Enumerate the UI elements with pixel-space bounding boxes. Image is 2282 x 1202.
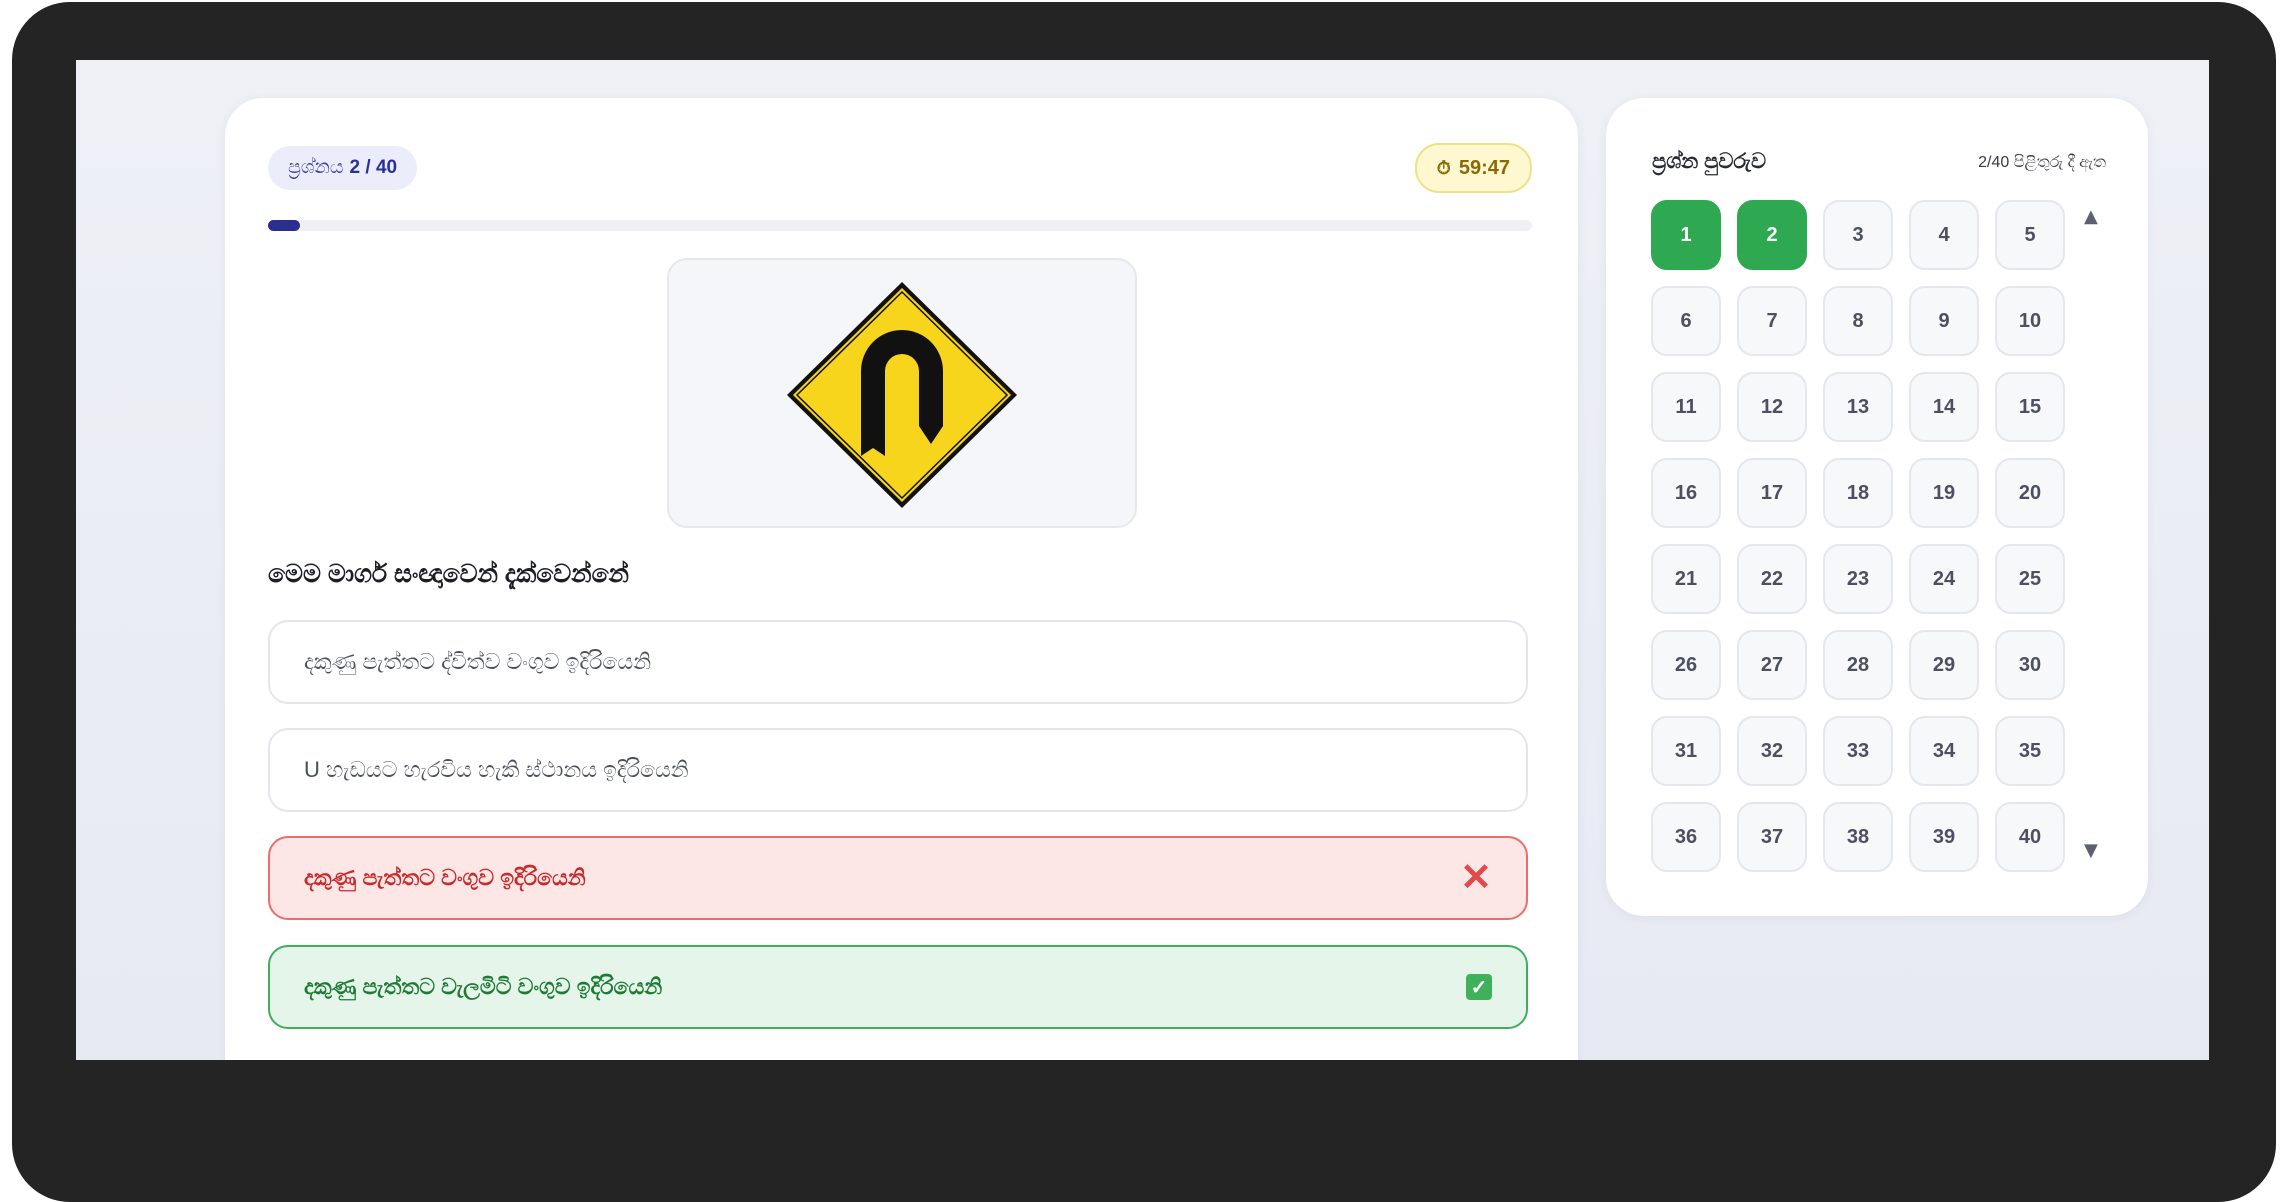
question-number-button[interactable]: 22: [1737, 544, 1807, 614]
question-number-button[interactable]: 28: [1823, 630, 1893, 700]
question-number-button[interactable]: 30: [1995, 630, 2065, 700]
question-number-button[interactable]: 13: [1823, 372, 1893, 442]
question-number-button[interactable]: 3: [1823, 200, 1893, 270]
countdown-timer: ⏱ 59:47: [1414, 143, 1532, 193]
answer-option-text: U හැඩයට හැරවිය හැකි ස්ථානය ඉදිරියෙනි: [304, 757, 689, 782]
stopwatch-icon: ⏱: [1436, 157, 1451, 178]
app-screen: ප්‍රශ්නය 2 / 40 ⏱ 59:47 මෙම මාර්ග සංඥාවෙ…: [76, 60, 2209, 1060]
u-turn-sign-icon: [787, 282, 1017, 508]
question-number-button[interactable]: 39: [1909, 802, 1979, 872]
question-number-button[interactable]: 31: [1651, 716, 1721, 786]
answer-option-2[interactable]: U හැඩයට හැරවිය හැකි ස්ථානය ඉදිරියෙනි: [268, 728, 1528, 812]
x-icon: ✕: [1460, 857, 1492, 899]
question-number-button[interactable]: 15: [1995, 372, 2065, 442]
question-number-button[interactable]: 35: [1995, 716, 2065, 786]
question-number-button[interactable]: 12: [1737, 372, 1807, 442]
check-icon: ✓: [1466, 974, 1492, 1000]
question-number-button[interactable]: 27: [1737, 630, 1807, 700]
question-number-button[interactable]: 29: [1909, 630, 1979, 700]
question-number-button[interactable]: 38: [1823, 802, 1893, 872]
answer-option-text: දකුණු පැත්තට වැලමිටි වංගුව ඉදිරියෙනි: [304, 974, 663, 999]
question-number-button[interactable]: 10: [1995, 286, 2065, 356]
question-number-button[interactable]: 18: [1823, 458, 1893, 528]
question-number-button[interactable]: 2: [1737, 200, 1807, 270]
progress-bar-fill: [268, 220, 300, 231]
question-number-button[interactable]: 21: [1651, 544, 1721, 614]
question-card: ප්‍රශ්නය 2 / 40 ⏱ 59:47 මෙම මාර්ග සංඥාවෙ…: [225, 98, 1578, 1060]
question-number-button[interactable]: 25: [1995, 544, 2065, 614]
question-number-button[interactable]: 9: [1909, 286, 1979, 356]
question-number-button[interactable]: 34: [1909, 716, 1979, 786]
question-counter-badge: ප්‍රශ්නය 2 / 40: [268, 146, 418, 190]
question-counter-label: ප්‍රශ්නය: [288, 157, 344, 178]
question-number-button[interactable]: 36: [1651, 802, 1721, 872]
question-number-button[interactable]: 17: [1737, 458, 1807, 528]
scroll-up-arrow-icon[interactable]: ▲: [2084, 206, 2098, 227]
timer-value: 59:47: [1458, 156, 1510, 179]
question-navigator-panel: ප්‍රශ්න පුවරුව 2/40 පිළිතුරු දී ඇත 12345…: [1606, 98, 2148, 916]
question-number-button[interactable]: 24: [1909, 544, 1979, 614]
question-number-button[interactable]: 11: [1651, 372, 1721, 442]
question-number-button[interactable]: 7: [1737, 286, 1807, 356]
question-number-button[interactable]: 6: [1651, 286, 1721, 356]
scroll-down-arrow-icon[interactable]: ▼: [2084, 840, 2098, 861]
question-number-button[interactable]: 26: [1651, 630, 1721, 700]
progress-bar: [268, 220, 1532, 231]
question-number-grid: 1 2 3 4 5 6 7 8 9 10 11 12 13 14 15 16 17 18 19 20 21 22 23 24 2…: [1651, 200, 2065, 872]
question-number-button[interactable]: 14: [1909, 372, 1979, 442]
question-number-button[interactable]: 16: [1651, 458, 1721, 528]
question-number-button[interactable]: 1: [1651, 200, 1721, 270]
answer-option-text: දකුණු පැත්තට ද්විත්ව වංගුව ඉදිරියෙනි: [304, 649, 652, 674]
answer-option-1[interactable]: දකුණු පැත්තට ද්විත්ව වංගුව ඉදිරියෙනි: [268, 620, 1528, 704]
question-number-button[interactable]: 37: [1737, 802, 1807, 872]
question-number-button[interactable]: 19: [1909, 458, 1979, 528]
navigator-title: ප්‍රශ්න පුවරුව: [1652, 150, 1767, 173]
question-number-button[interactable]: 8: [1823, 286, 1893, 356]
question-number-button[interactable]: 5: [1995, 200, 2065, 270]
question-number-button[interactable]: 20: [1995, 458, 2065, 528]
question-number-button[interactable]: 4: [1909, 200, 1979, 270]
question-number-button[interactable]: 32: [1737, 716, 1807, 786]
question-number-button[interactable]: 33: [1823, 716, 1893, 786]
question-number-button[interactable]: 23: [1823, 544, 1893, 614]
question-number-button[interactable]: 40: [1995, 802, 2065, 872]
answer-option-4-correct[interactable]: දකුණු පැත්තට වැලමිටි වංගුව ඉදිරියෙනි ✓: [268, 945, 1528, 1029]
answer-option-3-wrong[interactable]: දකුණු පැත්තට වංගුව ඉදිරියෙනි ✕: [268, 836, 1528, 920]
answer-option-text: දකුණු පැත්තට වංගුව ඉදිරියෙනි: [304, 865, 586, 890]
question-image-frame: [667, 258, 1137, 528]
question-text: මෙම මාර්ග සංඥාවෙන් දැක්වෙන්නේ: [268, 560, 629, 588]
answered-status: 2/40 පිළිතුරු දී ඇත: [1978, 154, 2106, 171]
question-counter-value: 2 / 40: [349, 157, 398, 178]
